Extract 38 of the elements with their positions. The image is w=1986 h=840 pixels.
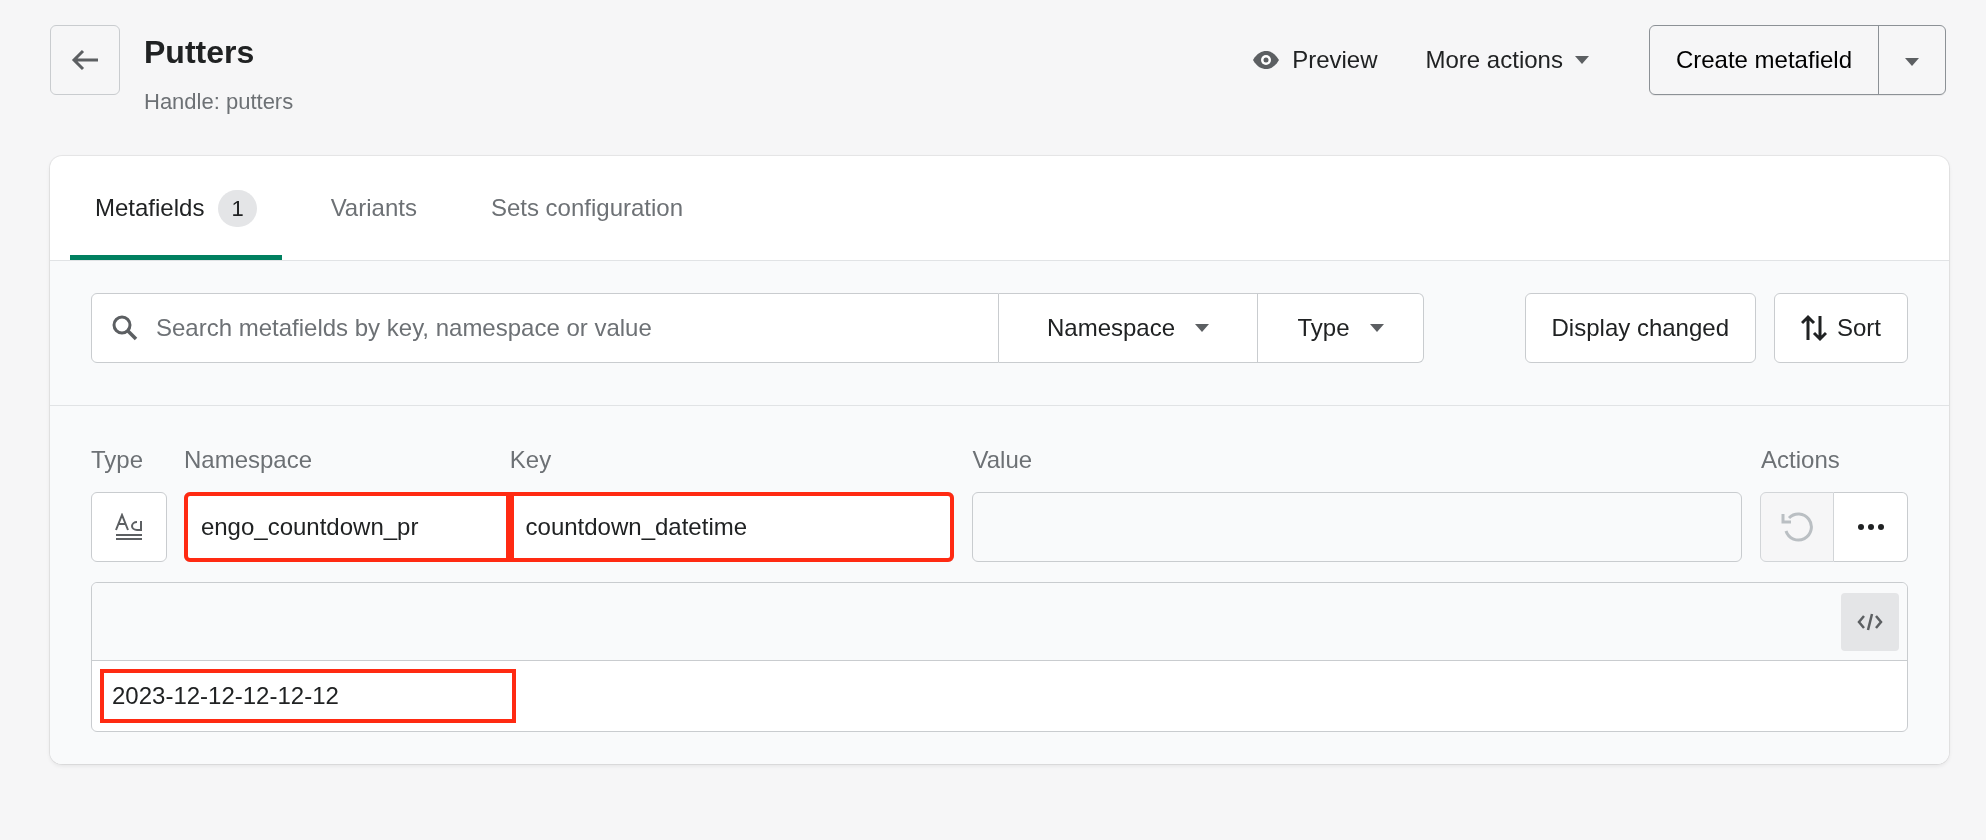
column-header: Value (972, 446, 1033, 474)
filter-dropdown[interactable]: Namespace (999, 293, 1258, 364)
more-dots-icon (1857, 524, 1884, 531)
back-button[interactable] (50, 25, 120, 95)
page-title: Putters (144, 33, 256, 72)
more-actions-button[interactable]: More actions (1413, 34, 1601, 86)
caret-icon (1905, 57, 1919, 66)
tab[interactable]: Variants (305, 156, 442, 261)
undo-icon (1780, 510, 1815, 545)
column-header: Actions (1761, 446, 1840, 474)
column-header: Key (509, 446, 552, 474)
caret-icon (1574, 56, 1589, 64)
eye-icon (1252, 50, 1281, 70)
back-arrow-icon (71, 49, 99, 71)
column-header: Namespace (183, 446, 312, 474)
filter-dropdown[interactable]: Type (1258, 293, 1424, 364)
column-header: Type (91, 446, 144, 474)
preview-button[interactable]: Preview (1240, 34, 1390, 86)
code-icon (1857, 612, 1883, 631)
sort-button[interactable]: Sort (1774, 293, 1908, 364)
caret-icon (1369, 324, 1384, 333)
code-view-button[interactable] (1841, 592, 1899, 651)
key-field[interactable]: countdown_datetime (509, 492, 955, 563)
type-button[interactable] (91, 492, 167, 563)
caret-icon (1195, 324, 1210, 333)
display-changed-button[interactable]: Display changed (1524, 293, 1756, 364)
search-input[interactable]: Search metafields by key, namespace or value (154, 309, 978, 348)
handle-text: Handle: putters (144, 88, 294, 117)
count-badge: 1 (218, 189, 257, 227)
tab[interactable]: Sets configuration (465, 156, 709, 261)
text-type-icon (113, 513, 144, 542)
editor-value[interactable]: 2023-12-12-12-12-12 (100, 669, 516, 724)
more-button[interactable] (1834, 492, 1908, 563)
sort-icon (1801, 314, 1827, 343)
value-field[interactable] (972, 492, 1743, 563)
search-icon (112, 315, 138, 342)
search-field[interactable]: Search metafields by key, namespace or value (91, 293, 999, 364)
namespace-field[interactable]: engo_countdown_pr (183, 492, 510, 563)
